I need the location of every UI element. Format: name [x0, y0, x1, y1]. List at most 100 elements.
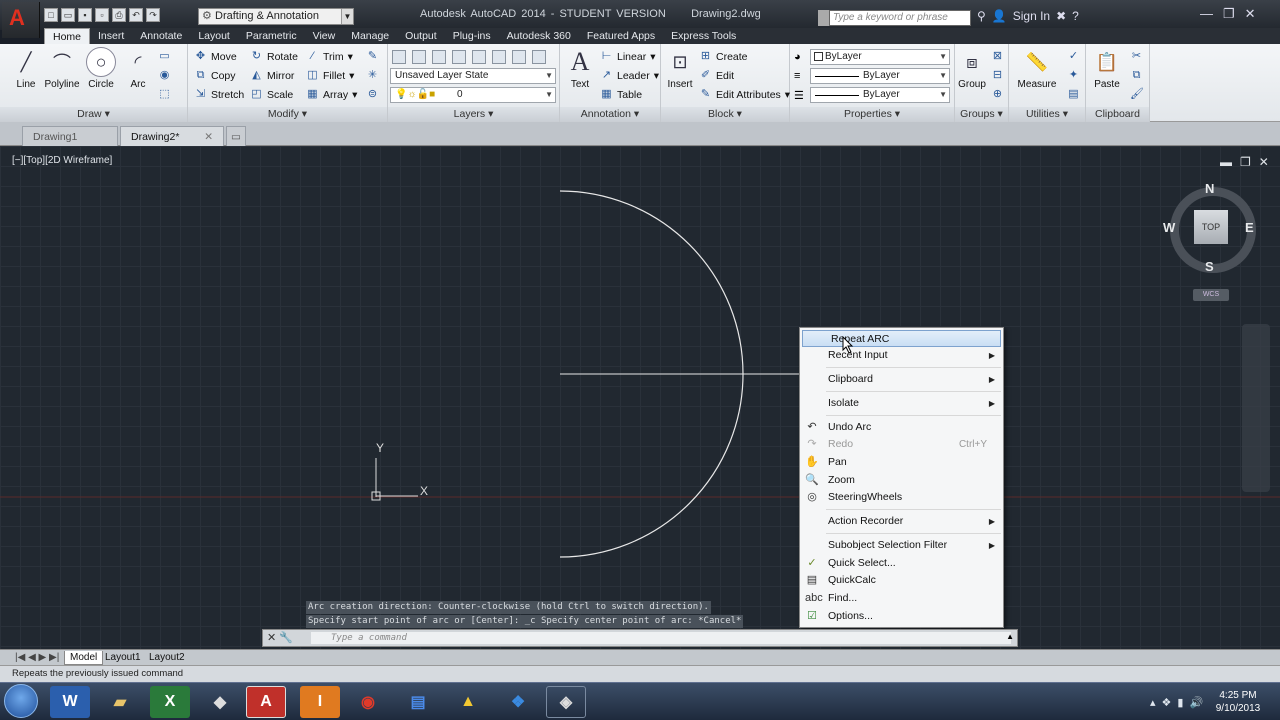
word-taskbar-icon[interactable]: W [50, 686, 90, 718]
array-button[interactable]: ▦ Array ▾ [306, 88, 357, 101]
stretch-button[interactable]: ⇲ Stretch [194, 88, 244, 101]
close-icon[interactable]: ✕ 🔧 [267, 631, 293, 644]
viewport-controls-label[interactable]: [−][Top][2D Wireframe] [12, 155, 112, 166]
inventor-taskbar-icon[interactable]: I [300, 686, 340, 718]
boundary-button[interactable]: ⬚ [158, 88, 171, 101]
insert-button[interactable]: ⊡ Insert [663, 47, 697, 91]
chevron-up-icon[interactable]: ▲ [1006, 632, 1014, 641]
quickselect-tool[interactable]: ✓ [1067, 50, 1080, 63]
wcs-menu[interactable]: WCS [1193, 289, 1229, 301]
line-button[interactable]: ╱ Line [8, 47, 44, 91]
tab-insert[interactable]: Insert [90, 28, 132, 44]
help-icon[interactable]: ? [1072, 9, 1079, 23]
doc-tab-drawing2[interactable]: Drawing2* ✕ [120, 126, 224, 146]
layer-lock-icon[interactable] [472, 50, 486, 64]
edit-block-button[interactable]: ✐ Edit [699, 69, 734, 82]
close-button[interactable]: ✕ [1245, 6, 1256, 22]
open-icon[interactable]: ▭ [61, 8, 75, 22]
chevron-up-icon[interactable]: ▴ [1150, 696, 1156, 709]
restore-icon[interactable]: ❐ [1240, 155, 1251, 169]
polyline-button[interactable]: ⌒ Polyline [42, 47, 82, 90]
chrome-taskbar-icon[interactable]: ◉ [348, 686, 388, 718]
tab-output[interactable]: Output [397, 28, 445, 44]
undo-icon[interactable]: ↶ [129, 8, 143, 22]
drive-taskbar-icon[interactable]: ▲ [448, 686, 488, 718]
plot-icon[interactable]: ⎙ [112, 8, 126, 22]
rectangle-button[interactable]: ▭ [158, 50, 171, 63]
modify-panel-title[interactable]: Modify ▾ [188, 107, 387, 122]
copy-button[interactable]: ⧉ Copy [194, 69, 236, 82]
scale-button[interactable]: ◰ Scale [250, 88, 293, 101]
dropbox-tray-icon[interactable]: ❖ [1162, 696, 1172, 709]
groups-panel-title[interactable]: Groups ▾ [955, 107, 1008, 122]
fillet-button[interactable]: ◫ Fillet ▾ [306, 69, 354, 82]
explode-button[interactable]: ✳ [366, 69, 379, 82]
calculator-tool[interactable]: ▤ [1067, 88, 1080, 101]
layer-properties-icon[interactable] [392, 50, 406, 64]
close-icon[interactable]: ✕ [204, 127, 213, 147]
menu-item-action-recorder[interactable]: Action Recorder ▶ [800, 513, 1003, 530]
tab-plugins[interactable]: Plug-ins [445, 28, 499, 44]
group-selection-button[interactable]: ⊕ [991, 88, 1004, 101]
compass-south[interactable]: S [1205, 259, 1214, 274]
dropbox-taskbar-icon[interactable]: ❖ [498, 686, 538, 718]
layers-panel-title[interactable]: Layers ▾ [388, 107, 559, 122]
explorer-taskbar-icon[interactable]: ▰ [100, 686, 140, 718]
minimize-icon[interactable]: ▬ [1220, 155, 1232, 169]
menu-item-isolate[interactable]: Isolate ▶ [800, 395, 1003, 412]
viewcube-top-face[interactable]: TOP [1194, 210, 1228, 244]
linear-button[interactable]: ⊢ Linear ▾ [600, 50, 656, 63]
menu-item-zoom[interactable]: 🔍 Zoom [800, 472, 1003, 489]
menu-item-steeringwheels[interactable]: ◎ SteeringWheels [800, 489, 1003, 506]
block-panel-title[interactable]: Block ▾ [661, 107, 789, 122]
match-properties-button[interactable]: 🖌 [1130, 88, 1144, 101]
copy-clip-button[interactable]: ⧉ [1130, 69, 1143, 82]
doc-tab-drawing1[interactable]: Drawing1 [22, 126, 118, 146]
tab-manage[interactable]: Manage [343, 28, 397, 44]
autocad-taskbar-icon[interactable]: A [246, 686, 286, 718]
saveas-icon[interactable]: ▫ [95, 8, 109, 22]
annotation-panel-title[interactable]: Annotation ▾ [560, 107, 660, 122]
linetype-icon[interactable]: ≡ [794, 70, 800, 82]
search-input[interactable]: Type a keyword or phrase [829, 10, 971, 26]
minimize-button[interactable]: — [1200, 6, 1213, 22]
compass-north[interactable]: N [1205, 181, 1214, 196]
menu-item-clipboard[interactable]: Clipboard ▶ [800, 371, 1003, 388]
text-button[interactable]: A Text [564, 47, 596, 90]
circle-button[interactable]: ○ Circle [84, 47, 118, 90]
new-icon[interactable]: □ [44, 8, 58, 22]
user-icon[interactable]: 👤 [992, 9, 1007, 23]
binoculars-icon[interactable]: ⚲ [977, 9, 986, 23]
menu-item-options[interactable]: ☑ Options... [800, 608, 1003, 625]
sign-in-link[interactable]: Sign In [1013, 9, 1050, 23]
new-tab-button[interactable]: ▭ [226, 126, 246, 146]
rotate-button[interactable]: ↻ Rotate [250, 50, 298, 63]
layer-walk-icon[interactable] [532, 50, 546, 64]
cut-button[interactable]: ✂ [1130, 50, 1143, 63]
clock[interactable]: 4:25 PM 9/10/2013 [1212, 689, 1264, 715]
select-all-tool[interactable]: ✦ [1067, 69, 1080, 82]
tab-home[interactable]: Home [44, 28, 91, 44]
linetype-dropdown[interactable]: ByLayer ▼ [810, 68, 950, 84]
tab-model[interactable]: Model [64, 651, 104, 665]
layer-dropdown[interactable]: 💡☼🔓■ 0 ▼ [390, 87, 556, 103]
properties-panel-title[interactable]: Properties ▾ [790, 107, 954, 122]
hatch-button[interactable]: ◉ [158, 69, 171, 82]
layer-state-dropdown[interactable]: Unsaved Layer State ▼ [390, 68, 556, 84]
tab-annotate[interactable]: Annotate [132, 28, 190, 44]
close-icon[interactable]: ✕ [1259, 155, 1269, 169]
menu-item-quick-select[interactable]: ✓ Quick Select... [800, 555, 1003, 572]
workspace-dropdown[interactable]: ⚙ Drafting & Annotation ▼ [198, 8, 354, 25]
arc-button[interactable]: ◜ Arc [122, 47, 154, 91]
mirror-button[interactable]: ◭ Mirror [250, 69, 294, 82]
trim-button[interactable]: ⁄ Trim ▾ [306, 50, 353, 63]
lineweight-dropdown[interactable]: ByLayer ▼ [810, 87, 950, 103]
tab-parametric[interactable]: Parametric [238, 28, 305, 44]
exchange-icon[interactable]: ✖ [1056, 9, 1066, 23]
color-dropdown[interactable]: ByLayer ▼ [810, 49, 950, 65]
menu-item-repeat-arc[interactable]: Repeat ARC [802, 330, 1001, 347]
docs-taskbar-icon[interactable]: ▤ [398, 686, 438, 718]
layer-isolate-icon[interactable] [432, 50, 446, 64]
menu-item-undo-arc[interactable]: ↶ Undo Arc [800, 419, 1003, 436]
volume-icon[interactable]: 🔊 [1189, 696, 1203, 709]
